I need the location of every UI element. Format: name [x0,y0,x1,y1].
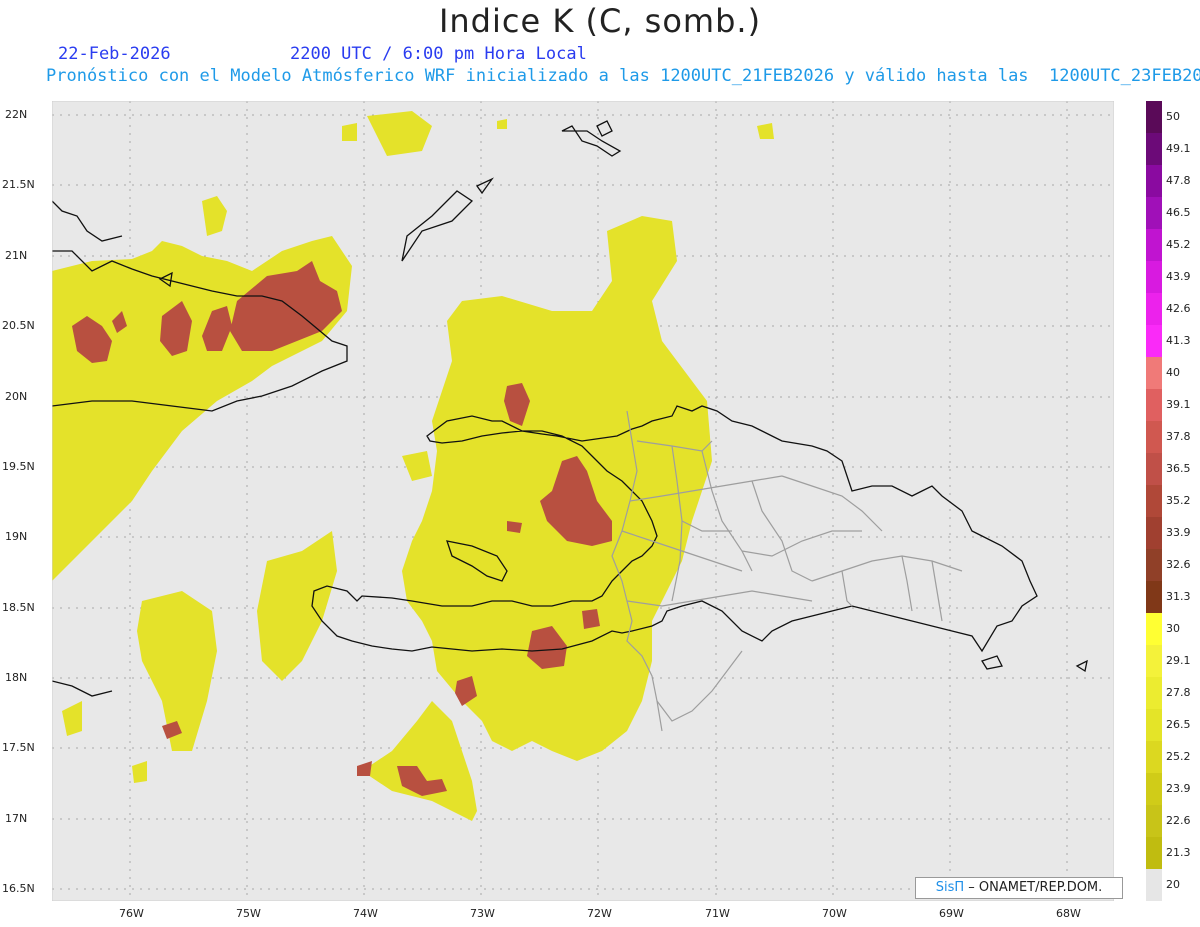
lat-label: 16.5N [2,882,35,895]
colorbar-swatch [1146,389,1162,421]
forecast-date: 22-Feb-2026 [58,44,171,64]
lon-label: 70W [822,907,847,920]
colorbar-label: 43.9 [1166,270,1191,283]
colorbar-swatch [1146,485,1162,517]
colorbar-label: 49.1 [1166,142,1191,155]
colorbar-label: 40 [1166,366,1180,379]
lon-label: 75W [236,907,261,920]
colorbar-label: 20 [1166,878,1180,891]
forecast-time: 2200 UTC / 6:00 pm Hora Local [290,44,587,64]
colorbar-swatch [1146,293,1162,325]
colorbar-label: 50 [1166,110,1180,123]
lat-label: 17.5N [2,741,35,754]
colorbar-label: 47.8 [1166,174,1191,187]
colorbar-swatch [1146,773,1162,805]
map-canvas [52,101,1114,901]
colorbar-swatch [1146,581,1162,613]
colorbar-swatch [1146,549,1162,581]
lon-label: 73W [470,907,495,920]
lat-label: 19N [5,530,28,543]
colorbar-label: 26.5 [1166,718,1191,731]
lon-label: 68W [1056,907,1081,920]
colorbar-label: 45.2 [1166,238,1191,251]
colorbar-swatch [1146,805,1162,837]
colorbar-swatch [1146,869,1162,901]
colorbar-label: 42.6 [1166,302,1191,315]
colorbar-label: 32.6 [1166,558,1191,571]
colorbar-label: 23.9 [1166,782,1191,795]
lat-label: 20N [5,390,28,403]
colorbar-label: 35.2 [1166,494,1191,507]
colorbar-swatch [1146,421,1162,453]
lat-label: 18N [5,671,28,684]
colorbar-swatch [1146,261,1162,293]
colorbar [1146,101,1162,901]
colorbar-swatch [1146,837,1162,869]
colorbar-label: 37.8 [1166,430,1191,443]
colorbar-swatch [1146,645,1162,677]
colorbar-swatch [1146,325,1162,357]
lat-label: 19.5N [2,460,35,473]
colorbar-label: 46.5 [1166,206,1191,219]
credit-brand: SisΠ [935,880,965,895]
colorbar-swatch [1146,613,1162,645]
credit-org: – ONAMET/REP.DOM. [968,880,1103,895]
colorbar-label: 36.5 [1166,462,1191,475]
colorbar-label: 30 [1166,622,1180,635]
colorbar-label: 29.1 [1166,654,1191,667]
lat-label: 17N [5,812,28,825]
lat-label: 20.5N [2,319,35,332]
colorbar-swatch [1146,453,1162,485]
lat-label: 21N [5,249,28,262]
colorbar-label: 25.2 [1166,750,1191,763]
colorbar-swatch [1146,517,1162,549]
colorbar-label: 41.3 [1166,334,1191,347]
colorbar-swatch [1146,709,1162,741]
colorbar-swatch [1146,133,1162,165]
lat-label: 18.5N [2,601,35,614]
lon-label: 71W [705,907,730,920]
lon-label: 72W [587,907,612,920]
colorbar-swatch [1146,357,1162,389]
lon-label: 74W [353,907,378,920]
colorbar-label: 22.6 [1166,814,1191,827]
lat-label: 22N [5,108,28,121]
lat-label: 21.5N [2,178,35,191]
credit-box: SisΠ – ONAMET/REP.DOM. [915,877,1123,899]
colorbar-swatch [1146,677,1162,709]
map-title: Indice K (C, somb.) [438,2,762,40]
colorbar-swatch [1146,101,1162,133]
colorbar-label: 21.3 [1166,846,1191,859]
lon-label: 76W [119,907,144,920]
colorbar-label: 39.1 [1166,398,1191,411]
colorbar-swatch [1146,741,1162,773]
colorbar-label: 27.8 [1166,686,1191,699]
colorbar-label: 31.3 [1166,590,1191,603]
lon-label: 69W [939,907,964,920]
colorbar-swatch [1146,229,1162,261]
colorbar-label: 33.9 [1166,526,1191,539]
colorbar-swatch [1146,197,1162,229]
colorbar-swatch [1146,165,1162,197]
forecast-description: Pronóstico con el Modelo Atmósferico WRF… [46,66,1200,86]
